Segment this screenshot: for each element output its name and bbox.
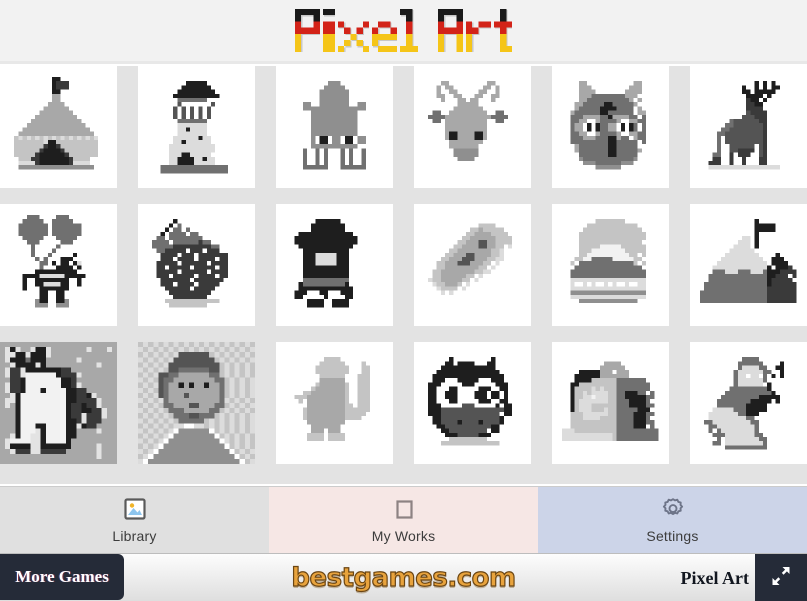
pixel-art-app: Library My Works Settings More Games bes… <box>0 0 807 601</box>
photo-icon <box>122 496 148 522</box>
title-letter <box>371 9 397 53</box>
tab-library-label: Library <box>112 528 157 544</box>
pixel-art-thumbnail <box>428 80 509 161</box>
title-letter <box>337 9 369 53</box>
site-footer: More Games bestgames.com Pixel Art <box>0 553 807 601</box>
gallery-grid <box>0 66 807 464</box>
title-letter <box>438 8 463 53</box>
tab-my-works-label: My Works <box>371 528 436 544</box>
pixel-art-thumbnail <box>704 356 785 450</box>
pixel-art-thumbnail <box>152 218 228 307</box>
tab-settings-label: Settings <box>646 528 699 544</box>
bestgames-logo-text: bestgames.com <box>291 562 517 593</box>
gallery-item-ninja[interactable] <box>276 204 393 326</box>
gallery-item-lighthouse[interactable] <box>138 66 255 188</box>
bottom-tab-bar: Library My Works Settings <box>0 486 807 553</box>
title-letter <box>465 9 491 53</box>
gallery-item-mount-fuji[interactable] <box>552 204 669 326</box>
gallery-item-van-gogh-portrait[interactable] <box>138 342 255 464</box>
gallery-item-owl-face[interactable] <box>552 66 669 188</box>
pixel-art-thumbnail <box>562 360 659 441</box>
title-letter <box>322 8 335 53</box>
pixel-art-thumbnail <box>700 218 797 303</box>
gear-icon <box>660 496 686 522</box>
pixel-art-thumbnail <box>294 218 358 307</box>
more-games-button[interactable]: More Games <box>0 554 124 600</box>
page-title-text <box>294 8 513 53</box>
pixel-art-thumbnail <box>14 76 99 169</box>
pixel-art-thumbnail <box>428 222 513 295</box>
gallery-item-clown-balloons[interactable] <box>0 204 117 326</box>
gallery-item-squid[interactable] <box>276 66 393 188</box>
pixel-art-thumbnail <box>0 342 117 464</box>
gallery-item-deer-head[interactable] <box>414 66 531 188</box>
pixel-art-thumbnail <box>570 80 647 169</box>
app-header <box>0 0 807 64</box>
fullscreen-expand-icon <box>768 563 794 594</box>
gallery-item-circus-tent[interactable] <box>0 66 117 188</box>
gallery-item-musician-dog[interactable] <box>690 342 807 464</box>
gallery-item-cartoon-owl[interactable] <box>414 342 531 464</box>
title-letter <box>294 8 320 53</box>
gallery-item-stag[interactable] <box>690 66 807 188</box>
tab-settings[interactable]: Settings <box>538 487 807 553</box>
pixel-art-thumbnail <box>18 214 86 307</box>
pixel-art-thumbnail <box>294 356 371 441</box>
pixel-art-thumbnail <box>303 80 366 169</box>
footer-game-name: Pixel Art <box>680 567 749 588</box>
pixel-art-thumbnail <box>138 342 255 464</box>
title-letter <box>399 8 419 53</box>
title-letter <box>493 8 513 53</box>
pixel-art-thumbnail <box>570 218 647 303</box>
pixel-art-thumbnail <box>428 356 513 445</box>
gallery-item-unicorn[interactable] <box>0 342 117 464</box>
gallery-item-mountain-flag[interactable] <box>690 204 807 326</box>
gallery-item-mystery-box[interactable] <box>552 342 669 464</box>
page-title <box>294 8 513 53</box>
pixel-art-thumbnail <box>708 80 780 169</box>
gallery-area <box>0 66 807 484</box>
gallery-item-pizza-slice[interactable] <box>414 204 531 326</box>
pixel-art-thumbnail <box>160 80 228 174</box>
gallery-item-cupid[interactable] <box>276 342 393 464</box>
tab-my-works[interactable]: My Works <box>269 487 538 553</box>
square-icon <box>391 496 417 522</box>
fullscreen-button[interactable] <box>755 554 807 601</box>
gallery-item-strawberry[interactable] <box>138 204 255 326</box>
tab-library[interactable]: Library <box>0 487 269 553</box>
